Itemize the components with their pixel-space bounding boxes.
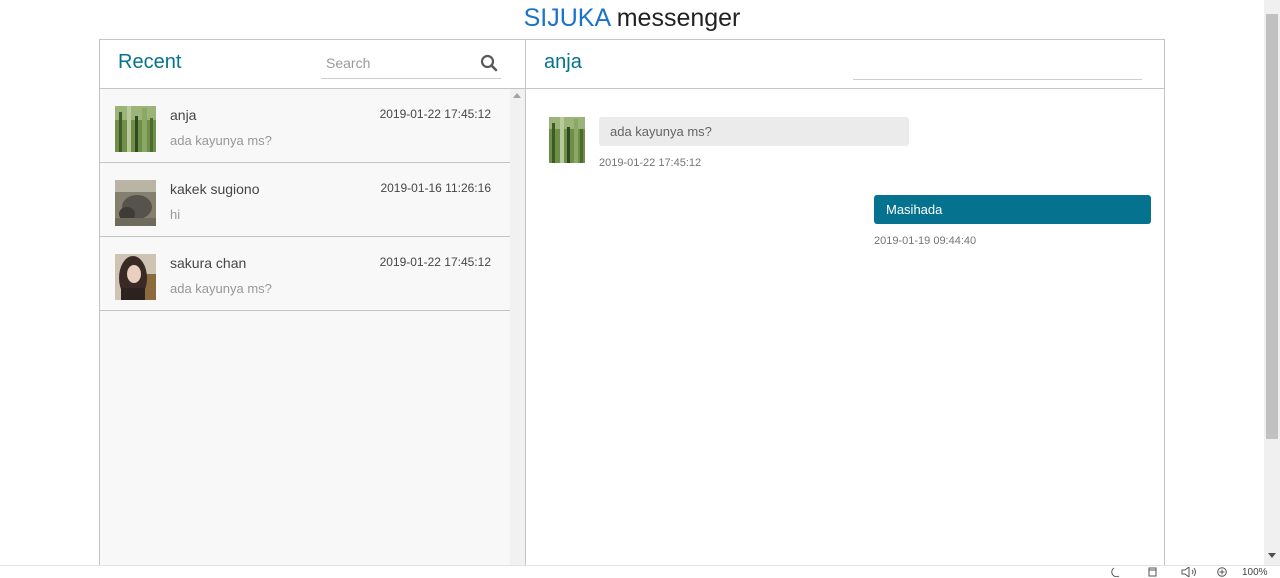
outgoing-message: Masihada [874,195,1151,224]
chat-list: anja 2019-01-22 17:45:12 ada kayunya ms?… [100,89,510,311]
chat-name: kakek sugiono [170,181,260,197]
scroll-down-icon[interactable] [1268,553,1276,558]
conversation-header: anja [526,40,1164,89]
search-bar [321,50,501,79]
conversation-search-field[interactable] [853,62,1142,80]
chat-preview: ada kayunya ms? [170,281,272,296]
message-time: 2019-01-22 17:45:12 [599,157,702,169]
chat-preview: hi [170,207,181,222]
chat-preview: ada kayunya ms? [170,133,272,148]
contact-name: anja [544,51,582,73]
chat-list-scrollbar[interactable] [510,89,525,577]
chat-date: 2019-01-22 17:45:12 [379,107,491,121]
speaker-icon[interactable] [1181,567,1199,577]
search-icon [480,54,498,72]
chat-item-kakek-sugiono[interactable]: kakek sugiono 2019-01-16 11:26:16 hi [100,163,510,237]
bookmark-icon[interactable] [1147,567,1159,577]
chat-name: anja [170,107,197,123]
message-time: 2019-01-19 09:44:40 [874,235,977,247]
search-button[interactable] [480,54,498,72]
page-scrollbar[interactable] [1264,0,1280,565]
messenger-panel: Recent Search anja 2019-01-22 17:45:12 a… [99,39,1165,577]
conversation-column: anja ada kayunya ms? 2019-01-22 17:45:12… [526,40,1164,577]
app-brand: SIJUKA [523,4,610,32]
inbox-column: Recent Search anja 2019-01-22 17:45:12 a… [100,40,526,577]
incoming-message: ada kayunya ms? [599,117,909,146]
avatar [115,106,156,152]
browser-status-bar: 100% [0,565,1280,578]
avatar [549,117,585,163]
recent-heading: Recent [118,51,182,73]
chat-date: 2019-01-22 17:45:12 [379,255,491,269]
moon-icon[interactable] [1110,567,1122,577]
page-scroll-thumb[interactable] [1266,14,1278,439]
chat-date: 2019-01-16 11:26:16 [380,181,491,195]
zoom-level[interactable]: 100% [1242,567,1268,578]
scroll-up-icon[interactable] [513,93,521,98]
inbox-header: Recent [100,40,525,89]
app-title: SIJUKA messenger [0,3,1264,33]
avatar [115,254,156,300]
avatar [115,180,156,226]
chat-item-sakura-chan[interactable]: sakura chan 2019-01-22 17:45:12 ada kayu… [100,237,510,311]
chat-name: sakura chan [170,255,247,271]
zoom-icon[interactable] [1216,567,1228,577]
app-title-rest: messenger [609,4,741,32]
chat-item-anja[interactable]: anja 2019-01-22 17:45:12 ada kayunya ms? [100,89,510,163]
search-input[interactable] [321,50,476,76]
